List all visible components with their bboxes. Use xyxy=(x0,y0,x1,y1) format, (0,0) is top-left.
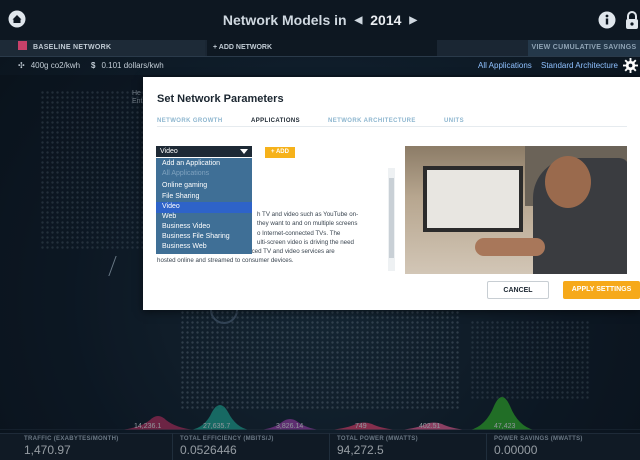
dropdown-option-all-applications[interactable]: All Applications xyxy=(162,169,209,179)
photo-face xyxy=(545,156,591,208)
page-title: Network Models in ◀ 2014 ▶ xyxy=(0,0,640,40)
emissions-icon: ✣ xyxy=(18,61,25,70)
standard-architecture-link[interactable]: Standard Architecture xyxy=(541,57,618,75)
dropdown-option-business-video[interactable]: Business Video xyxy=(162,222,210,232)
cost-value: 0.101 dollars/kwh xyxy=(101,61,164,70)
co2-value: 400g co2/kwh xyxy=(30,61,81,70)
tab-units[interactable]: UNITS xyxy=(444,118,464,124)
prev-year-arrow[interactable]: ◀ xyxy=(355,15,363,26)
dropdown-option-video[interactable]: Video xyxy=(162,202,180,212)
view-cumulative-savings-button[interactable]: VIEW CUMULATIVE SAVINGS xyxy=(528,40,640,56)
chevron-down-icon xyxy=(240,149,248,154)
application-select[interactable]: Video xyxy=(156,146,252,157)
all-applications-link[interactable]: All Applications xyxy=(478,57,532,75)
photo-hand xyxy=(475,238,545,256)
scrollbar-thumb[interactable] xyxy=(389,178,394,258)
apply-settings-button[interactable]: APPLY SETTINGS xyxy=(563,281,640,299)
dropdown-option-add-application[interactable]: Add an Application xyxy=(162,159,220,169)
baseline-tab-label: BASELINE NETWORK xyxy=(33,44,112,51)
dialog-title: Set Network Parameters xyxy=(157,93,284,105)
cost-stat: $0.101 dollars/kwh xyxy=(91,57,164,75)
tab-baseline-network[interactable]: BASELINE NETWORK xyxy=(0,40,205,56)
info-icon[interactable] xyxy=(598,11,616,29)
title-text: Network Models in xyxy=(222,12,347,28)
dropdown-option-online-gaming[interactable]: Online gaming xyxy=(162,181,207,191)
dropdown-option-business-web[interactable]: Business Web xyxy=(162,242,207,252)
application-photo xyxy=(405,146,627,274)
baseline-color-swatch xyxy=(18,41,27,50)
application-select-value: Video xyxy=(160,148,178,155)
co2-stat: ✣ 400g co2/kwh xyxy=(18,57,80,75)
dropdown-option-business-file-sharing[interactable]: Business File Sharing xyxy=(162,232,230,242)
tab-divider xyxy=(157,126,627,127)
year-value: 2014 xyxy=(370,12,402,28)
gear-icon[interactable] xyxy=(623,58,638,73)
next-year-arrow[interactable]: ▶ xyxy=(409,15,417,26)
tab-applications[interactable]: APPLICATIONS xyxy=(251,118,300,124)
dollar-icon: $ xyxy=(91,61,96,70)
lock-icon[interactable] xyxy=(624,10,640,30)
description-line: hosted online and streamed to consumer d… xyxy=(157,257,294,265)
add-application-button[interactable]: + ADD xyxy=(265,147,295,158)
add-network-button[interactable]: + ADD NETWORK xyxy=(207,40,437,56)
dropdown-option-web[interactable]: Web xyxy=(162,212,176,222)
tab-network-growth[interactable]: NETWORK GROWTH xyxy=(157,118,223,124)
photo-laptop-screen xyxy=(423,166,523,232)
dropdown-option-file-sharing[interactable]: File Sharing xyxy=(162,192,199,202)
cancel-button[interactable]: CANCEL xyxy=(487,281,549,299)
tab-network-architecture[interactable]: NETWORK ARCHITECTURE xyxy=(328,118,416,124)
